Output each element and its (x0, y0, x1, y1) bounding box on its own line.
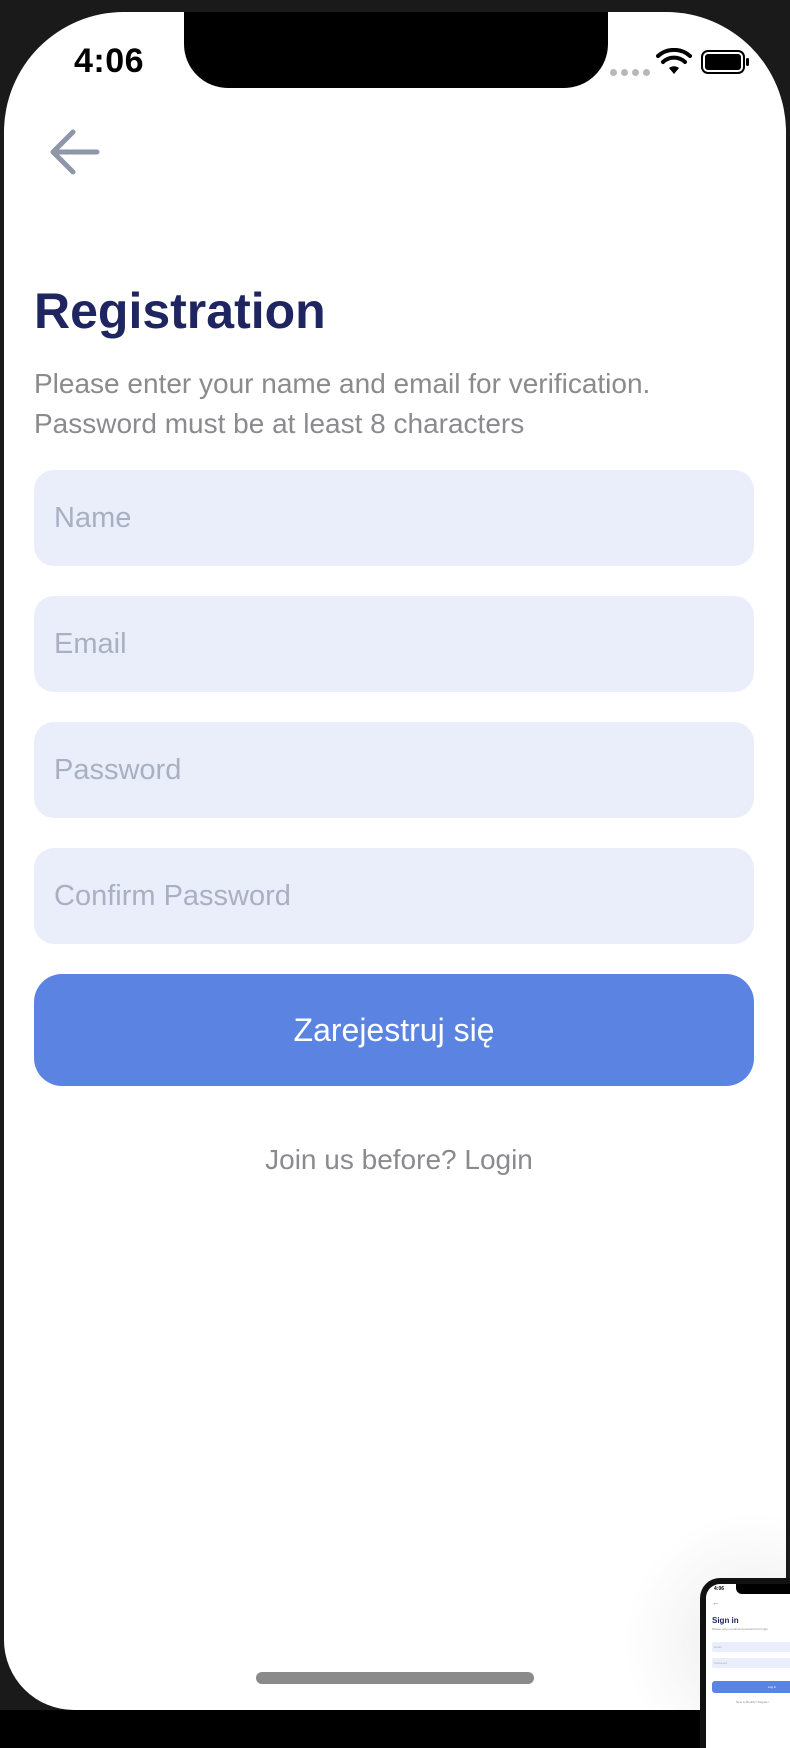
device-notch (184, 12, 608, 88)
screen-preview-thumbnail[interactable]: 4:06 ← Sign in Please enter email and pa… (700, 1578, 790, 1748)
preview-login-button: Log in (712, 1681, 790, 1693)
home-indicator[interactable] (256, 1672, 534, 1684)
preview-title: Sign in (712, 1616, 739, 1625)
email-field[interactable] (34, 596, 754, 692)
page-title: Registration (34, 283, 326, 339)
preview-time: 4:06 (714, 1586, 725, 1592)
preview-register-link: New to Bookly? Register (736, 1700, 769, 1704)
name-field[interactable] (34, 470, 754, 566)
login-link[interactable]: Join us before? Login (4, 1144, 786, 1176)
arrow-left-icon (50, 129, 100, 175)
subtitle-line: Password must be at least 8 characters (34, 408, 525, 439)
subtitle-line: Please enter your name and email for ver… (34, 368, 651, 399)
cellular-signal-icon (610, 69, 650, 76)
device-frame: 4:06 Registration Please enter your name… (0, 0, 790, 1748)
preview-email-field: Email (712, 1642, 790, 1652)
confirm-password-field[interactable] (34, 848, 754, 944)
back-button[interactable] (38, 116, 110, 188)
preview-screen: 4:06 ← Sign in Please enter email and pa… (706, 1584, 790, 1748)
battery-icon (701, 50, 749, 74)
register-button[interactable]: Zarejestruj się (34, 974, 754, 1086)
preview-password-field: Password (712, 1658, 790, 1668)
preview-back-icon: ← (712, 1598, 720, 1607)
status-time: 4:06 (74, 42, 145, 80)
preview-notch (736, 1584, 790, 1594)
wifi-icon (656, 48, 692, 74)
preview-subtitle: Please enter email and password for logi… (712, 1627, 768, 1631)
page-subtitle: Please enter your name and email for ver… (34, 364, 754, 444)
app-screen: 4:06 Registration Please enter your name… (4, 12, 786, 1710)
password-field[interactable] (34, 722, 754, 818)
